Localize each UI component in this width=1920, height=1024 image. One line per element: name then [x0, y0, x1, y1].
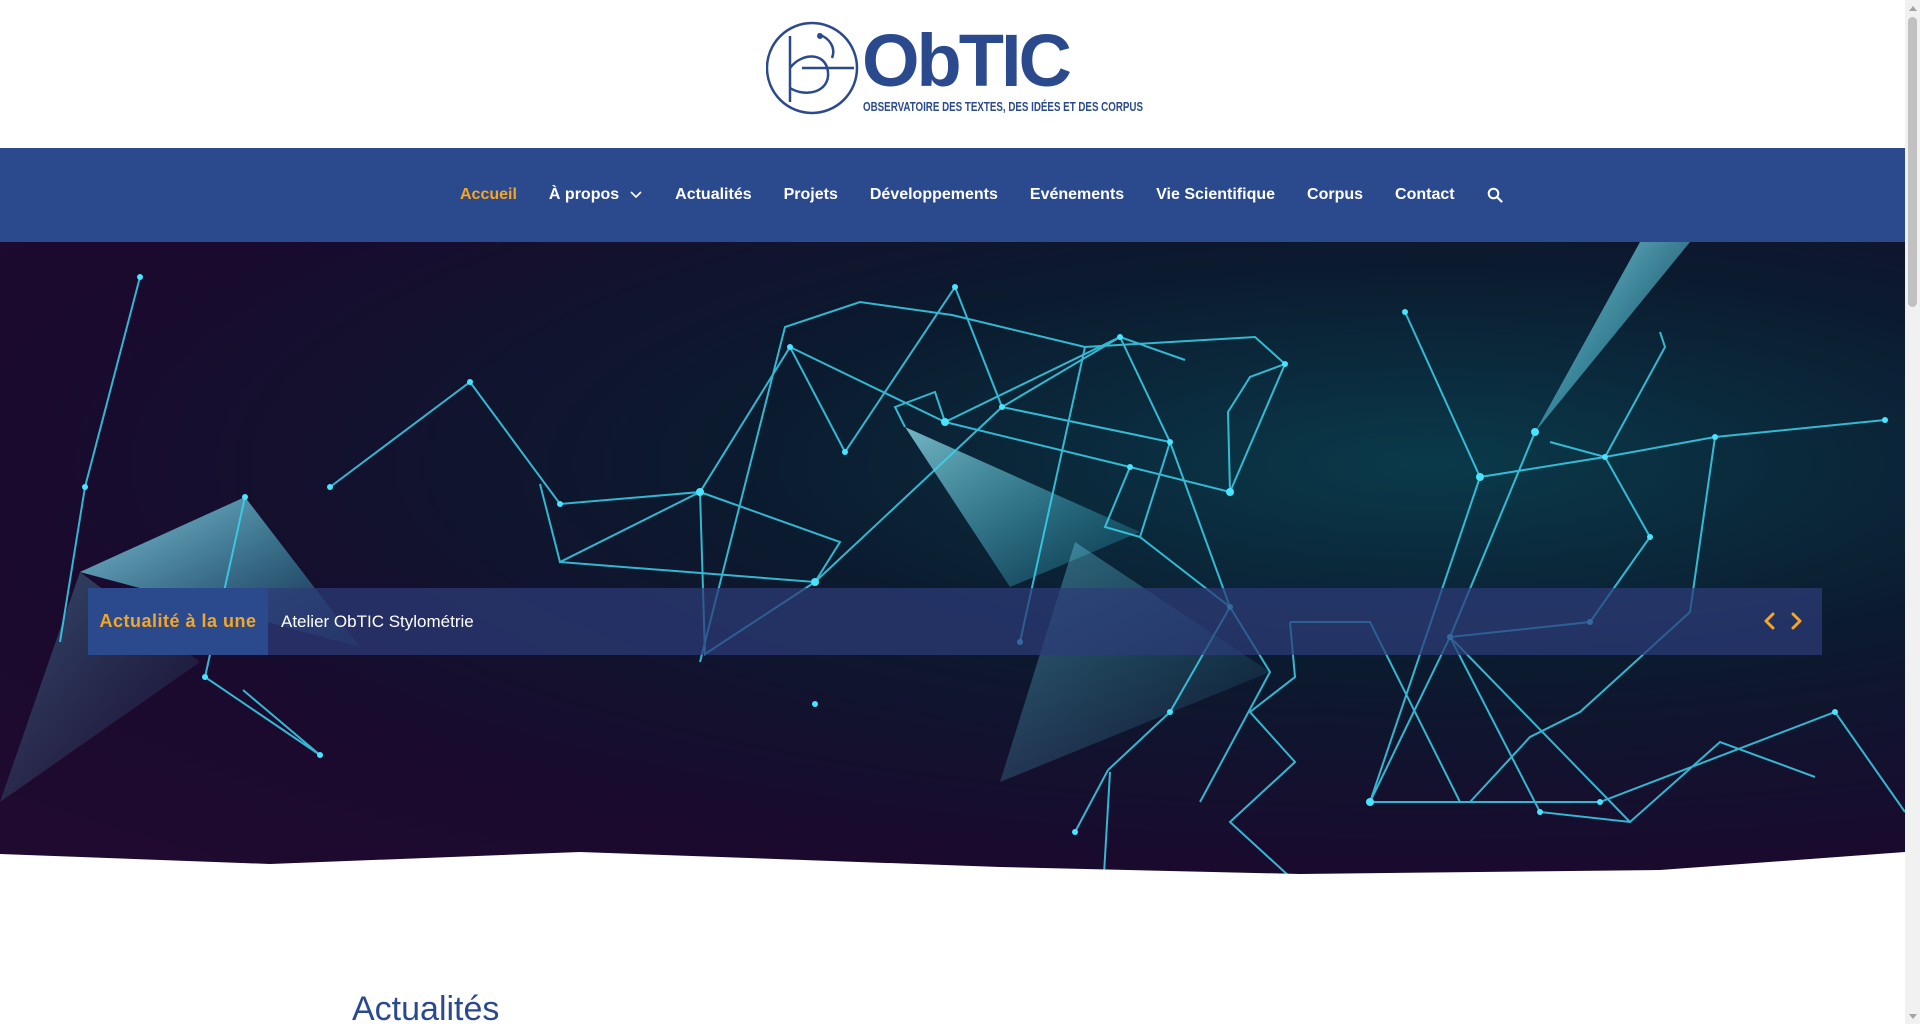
nav-item-label: Projets — [783, 186, 838, 203]
nav-item-projets[interactable]: Projets — [768, 148, 854, 242]
scroll-down-arrow-icon[interactable] — [1905, 1009, 1920, 1024]
nav-item-label: Développements — [869, 186, 998, 203]
ticker-label: Actualité à la une — [88, 588, 268, 655]
logo-subtitle: OBSERVATOIRE DES TEXTES, DES IDÉES ET DE… — [863, 99, 1143, 114]
nav-item-a-propos[interactable]: À propos — [533, 148, 659, 242]
nav-item-accueil[interactable]: Accueil — [444, 148, 533, 242]
section-title-actualites: Actualités — [352, 990, 500, 1024]
news-ticker: Actualité à la une Atelier ObTIC Stylomé… — [88, 588, 1822, 655]
nav-item-label: Contact — [1395, 186, 1455, 203]
ticker-headline-link[interactable]: Atelier ObTIC Stylométrie — [281, 588, 474, 655]
nav-item-evenements[interactable]: Evénements — [1014, 148, 1140, 242]
nav-item-label: Evénements — [1029, 186, 1125, 203]
site-logo[interactable]: ObTIC OBSERVATOIRE DES TEXTES, DES IDÉES… — [766, 16, 1146, 120]
logo-title: ObTIC — [862, 19, 1071, 102]
site-header: ObTIC OBSERVATOIRE DES TEXTES, DES IDÉES… — [0, 0, 1905, 148]
nav-item-corpus[interactable]: Corpus — [1291, 148, 1379, 242]
nav-item-contact[interactable]: Contact — [1379, 148, 1471, 242]
chevron-right-icon[interactable] — [1786, 610, 1806, 632]
nav-item-developpements[interactable]: Développements — [854, 148, 1014, 242]
nav-item-actualites[interactable]: Actualités — [659, 148, 767, 242]
search-icon — [1487, 187, 1503, 203]
nav-item-label: Vie Scientifique — [1156, 186, 1276, 203]
nav-item-label: Actualités — [675, 186, 752, 203]
chevron-down-icon — [630, 191, 642, 199]
hero-bottom-wave — [0, 852, 1905, 877]
obtic-logo-icon: ObTIC OBSERVATOIRE DES TEXTES, DES IDÉES… — [766, 19, 1143, 115]
chevron-left-icon[interactable] — [1760, 610, 1780, 632]
nav-list: Accueil À propos Actualités Projets Déve… — [444, 148, 1519, 242]
nav-item-label: Accueil — [460, 186, 517, 203]
scrollbar-thumb[interactable] — [1908, 17, 1917, 307]
page: ObTIC OBSERVATOIRE DES TEXTES, DES IDÉES… — [0, 0, 1905, 1024]
nav-item-vie-scientifique[interactable]: Vie Scientifique — [1140, 148, 1291, 242]
page-scrollbar[interactable] — [1905, 0, 1920, 1024]
hero-banner — [0, 242, 1905, 877]
nav-item-label: À propos — [548, 186, 620, 203]
search-button[interactable] — [1471, 148, 1519, 242]
scroll-up-arrow-icon[interactable] — [1905, 0, 1920, 15]
main-nav: Accueil À propos Actualités Projets Déve… — [0, 148, 1905, 242]
nav-item-label: Corpus — [1307, 186, 1364, 203]
network-background-image — [0, 242, 1905, 877]
